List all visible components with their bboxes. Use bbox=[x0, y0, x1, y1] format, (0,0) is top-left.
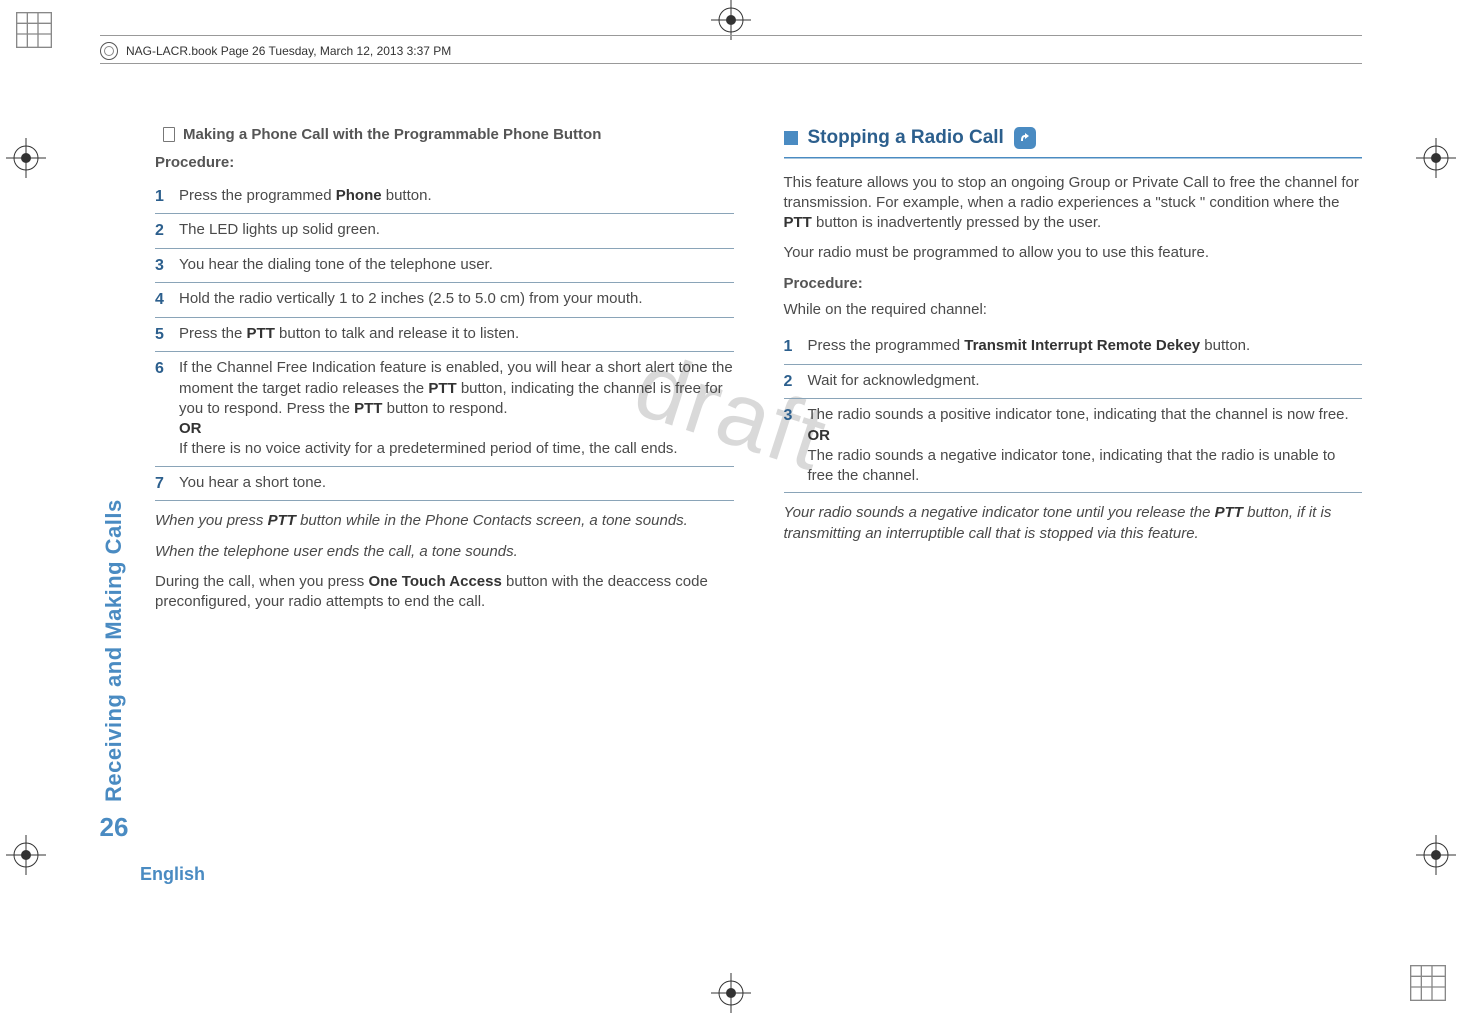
paragraph: During the call, when you press One Touc… bbox=[155, 572, 734, 613]
steps-list: 1 Press the programmed Transmit Interrupt… bbox=[784, 330, 1363, 493]
steps-list: 1 Press the programmed Phone button. 2 The … bbox=[155, 180, 734, 502]
step-number: 7 bbox=[155, 473, 169, 495]
step: 6 If the Channel Free Indication feature … bbox=[155, 352, 734, 466]
step: 1 Press the programmed Transmit Interrupt… bbox=[784, 330, 1363, 365]
paragraph: When the telephone user ends the call, a… bbox=[155, 542, 734, 562]
step-number: 2 bbox=[784, 371, 798, 393]
step-number: 1 bbox=[784, 336, 798, 358]
registration-mark-icon bbox=[711, 0, 751, 40]
square-bullet-icon bbox=[784, 131, 798, 145]
step: 2 Wait for acknowledgment. bbox=[784, 365, 1363, 400]
step: 2 The LED lights up solid green. bbox=[155, 214, 734, 249]
step-body: Press the programmed Transmit Interrupt … bbox=[808, 336, 1363, 356]
subsection-heading: Making a Phone Call with the Programmabl… bbox=[155, 125, 734, 145]
step: 1 Press the programmed Phone button. bbox=[155, 180, 734, 215]
page-number: 26 bbox=[100, 812, 129, 843]
step-number: 3 bbox=[155, 255, 169, 277]
step: 3 The radio sounds a positive indicator t… bbox=[784, 399, 1363, 493]
section-heading: Stopping a Radio Call bbox=[784, 125, 1363, 151]
step-number: 2 bbox=[155, 220, 169, 242]
step-body: Hold the radio vertically 1 to 2 inches … bbox=[179, 289, 734, 309]
header-rule bbox=[100, 63, 1362, 64]
step-number: 1 bbox=[155, 186, 169, 208]
registration-mark-icon bbox=[1416, 138, 1456, 178]
after-steps-text: When you press PTT button while in the P… bbox=[155, 511, 734, 612]
color-grid-icon bbox=[1408, 963, 1448, 1003]
subsection-title: Making a Phone Call with the Programmabl… bbox=[183, 125, 601, 145]
content: Making a Phone Call with the Programmabl… bbox=[155, 125, 1362, 863]
registration-mark-icon bbox=[711, 973, 751, 1013]
step-body: The radio sounds a positive indicator to… bbox=[808, 405, 1363, 486]
procedure-label: Procedure: bbox=[784, 274, 1363, 294]
step-body: Wait for acknowledgment. bbox=[808, 371, 1363, 391]
heading-rule bbox=[784, 157, 1363, 159]
paragraph: When you press PTT button while in the P… bbox=[155, 511, 734, 531]
feature-badge-icon bbox=[1014, 127, 1036, 149]
step-number: 4 bbox=[155, 289, 169, 311]
section-label: Receiving and Making Calls bbox=[101, 330, 127, 802]
step-number: 6 bbox=[155, 358, 169, 380]
header-rule bbox=[100, 35, 1362, 36]
header: NAG-LACR.book Page 26 Tuesday, March 12,… bbox=[100, 42, 1362, 60]
registration-mark-icon bbox=[6, 835, 46, 875]
left-column: Making a Phone Call with the Programmabl… bbox=[155, 125, 734, 863]
paragraph: Your radio must be programmed to allow y… bbox=[784, 243, 1363, 263]
procedure-label: Procedure: bbox=[155, 153, 734, 173]
registration-mark-icon bbox=[1416, 835, 1456, 875]
procedure-subtext: While on the required channel: bbox=[784, 300, 1363, 320]
step-body: Press the PTT button to talk and release… bbox=[179, 324, 734, 344]
step: 7 You hear a short tone. bbox=[155, 467, 734, 502]
color-grid-icon bbox=[14, 10, 54, 50]
step-body: If the Channel Free Indication feature i… bbox=[179, 358, 734, 459]
paragraph: This feature allows you to stop an ongoi… bbox=[784, 173, 1363, 234]
step-number: 3 bbox=[784, 405, 798, 427]
sidebar: Receiving and Making Calls 26 bbox=[92, 330, 136, 843]
document-icon bbox=[163, 127, 175, 142]
step-body: You hear the dialing tone of the telepho… bbox=[179, 255, 734, 275]
step-number: 5 bbox=[155, 324, 169, 346]
page: NAG-LACR.book Page 26 Tuesday, March 12,… bbox=[0, 0, 1462, 1013]
paragraph: Your radio sounds a negative indicator t… bbox=[784, 503, 1363, 544]
intro-text: This feature allows you to stop an ongoi… bbox=[784, 173, 1363, 264]
step-body: The LED lights up solid green. bbox=[179, 220, 734, 240]
registration-mark-icon bbox=[6, 138, 46, 178]
language-label: English bbox=[140, 864, 205, 885]
step-body: You hear a short tone. bbox=[179, 473, 734, 493]
step: 3 You hear the dialing tone of the teleph… bbox=[155, 249, 734, 284]
right-column: Stopping a Radio Call This feature allow… bbox=[784, 125, 1363, 863]
step: 4 Hold the radio vertically 1 to 2 inches… bbox=[155, 283, 734, 318]
step-body: Press the programmed Phone button. bbox=[179, 186, 734, 206]
ring-icon bbox=[100, 42, 118, 60]
section-title: Stopping a Radio Call bbox=[808, 125, 1004, 151]
after-steps-text: Your radio sounds a negative indicator t… bbox=[784, 503, 1363, 544]
step: 5 Press the PTT button to talk and releas… bbox=[155, 318, 734, 353]
book-info: NAG-LACR.book Page 26 Tuesday, March 12,… bbox=[126, 44, 451, 58]
